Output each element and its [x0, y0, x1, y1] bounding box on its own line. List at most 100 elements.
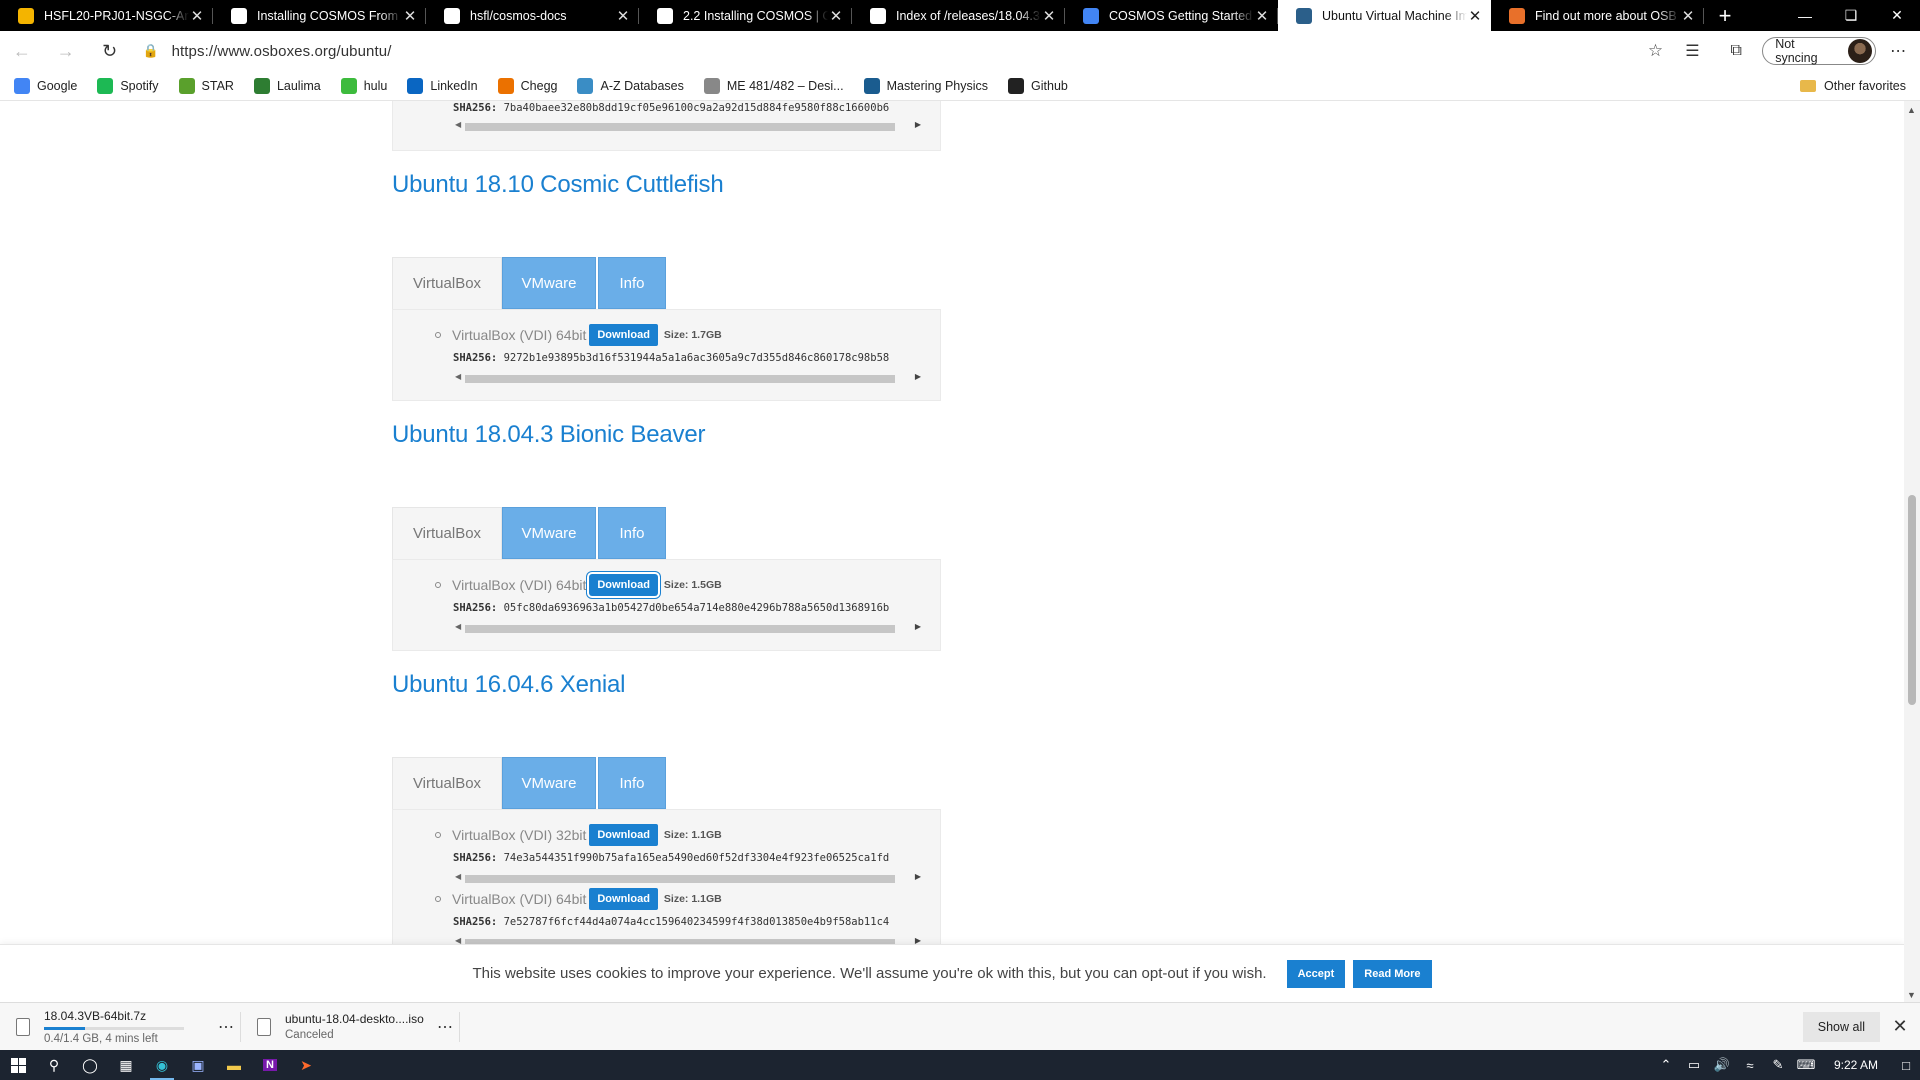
battery-icon[interactable]: ▭: [1680, 1057, 1708, 1073]
favorite-link[interactable]: Google: [14, 77, 77, 94]
section-title[interactable]: Ubuntu 16.04.6 Xenial: [392, 671, 626, 699]
download-more-icon[interactable]: ⋯: [212, 1017, 240, 1037]
download-more-icon[interactable]: ⋯: [431, 1017, 459, 1037]
horizontal-scrollbar[interactable]: ◀ ▶: [453, 622, 923, 634]
tab-virtualbox[interactable]: VirtualBox: [392, 757, 502, 809]
terminal-taskbar-icon[interactable]: ▣: [180, 1050, 216, 1080]
download-item-active[interactable]: 18.04.3VB-64bit.7z 0.4/1.4 GB, 4 mins le…: [0, 1003, 212, 1051]
close-tab-icon[interactable]: ✕: [1680, 7, 1696, 25]
clock[interactable]: 9:22 AM: [1820, 1058, 1892, 1072]
pen-icon[interactable]: ✎: [1764, 1057, 1792, 1073]
browser-tab[interactable]: Installing COSMOS From So ✕: [213, 0, 426, 31]
favorite-link[interactable]: STAR: [178, 77, 234, 94]
close-tab-icon[interactable]: ✕: [189, 7, 205, 25]
scroll-left-icon[interactable]: ◀: [455, 622, 461, 631]
volume-icon[interactable]: 🔊: [1708, 1057, 1736, 1073]
section-title[interactable]: Ubuntu 18.10 Cosmic Cuttlefish: [392, 171, 724, 199]
browser-tab[interactable]: Index of /releases/18.04.3 ✕: [852, 0, 1065, 31]
address-bar[interactable]: 🔒 https://www.osboxes.org/ubuntu/ ☆: [136, 35, 1671, 67]
new-tab-button[interactable]: +: [1704, 0, 1746, 31]
favorite-link[interactable]: Spotify: [97, 77, 159, 94]
close-tab-icon[interactable]: ✕: [828, 7, 844, 25]
browser-tab[interactable]: HSFL20-PRJ01-NSGC-Artem✕: [0, 0, 213, 31]
download-item-canceled[interactable]: ubuntu-18.04-deskto....iso Canceled: [241, 1003, 431, 1051]
scroll-left-icon[interactable]: ◀: [455, 872, 461, 881]
task-view-icon[interactable]: ▦: [108, 1050, 144, 1080]
browser-tab[interactable]: Find out more about OSB | ✕: [1491, 0, 1704, 31]
favorite-link[interactable]: Chegg: [497, 77, 557, 94]
keyboard-icon[interactable]: ⌨: [1792, 1057, 1820, 1073]
wifi-icon[interactable]: ≈: [1736, 1058, 1764, 1073]
section-title[interactable]: Ubuntu 18.04.3 Bionic Beaver: [392, 421, 705, 449]
scroll-down-icon[interactable]: ▼: [1907, 990, 1916, 1000]
close-tab-icon[interactable]: ✕: [615, 7, 631, 25]
scroll-right-icon[interactable]: ▶: [915, 120, 921, 129]
accept-cookies-button[interactable]: Accept: [1286, 959, 1346, 988]
tab-title: Installing COSMOS From So: [257, 8, 402, 23]
favorite-link[interactable]: hulu: [340, 77, 387, 94]
close-window-button[interactable]: ✕: [1874, 0, 1920, 31]
scroll-right-icon[interactable]: ▶: [915, 872, 921, 881]
notifications-icon[interactable]: □: [1892, 1058, 1920, 1073]
favorite-link[interactable]: LinkedIn: [407, 77, 478, 94]
tab-info[interactable]: Info: [598, 257, 666, 309]
scroll-left-icon[interactable]: ◀: [455, 372, 461, 381]
url-text[interactable]: https://www.osboxes.org/ubuntu/: [172, 43, 1641, 60]
restore-button[interactable]: ❏: [1828, 0, 1874, 31]
cortana-icon[interactable]: ◯: [72, 1050, 108, 1080]
read-more-button[interactable]: Read More: [1353, 959, 1432, 988]
favorite-star-icon[interactable]: ☆: [1640, 41, 1670, 61]
browser-tab[interactable]: Ubuntu Virtual Machine Im ✕: [1278, 0, 1491, 31]
favorite-link[interactable]: Mastering Physics: [863, 77, 988, 94]
tab-vmware[interactable]: VMware: [502, 757, 596, 809]
favorite-link[interactable]: A-Z Databases: [577, 77, 684, 94]
favorite-link[interactable]: ME 481/482 – Desi...: [703, 77, 844, 94]
close-shelf-icon[interactable]: ✕: [1880, 1016, 1920, 1037]
browser-tab[interactable]: hsfl/cosmos-docs ✕: [426, 0, 639, 31]
show-all-downloads-button[interactable]: Show all: [1802, 1011, 1880, 1042]
download-button[interactable]: Download: [589, 824, 658, 846]
start-button[interactable]: [0, 1050, 36, 1080]
close-tab-icon[interactable]: ✕: [402, 7, 418, 25]
profile-button[interactable]: Not syncing: [1762, 37, 1877, 65]
refresh-button[interactable]: ↻: [88, 35, 132, 67]
page-vertical-scrollbar[interactable]: ▲ ▼: [1904, 101, 1920, 1002]
scroll-right-icon[interactable]: ▶: [915, 622, 921, 631]
show-hidden-icons[interactable]: ⌃: [1652, 1057, 1680, 1073]
back-button[interactable]: ←: [0, 35, 44, 67]
scroll-right-icon[interactable]: ▶: [915, 372, 921, 381]
tab-virtualbox[interactable]: VirtualBox: [392, 257, 502, 309]
browser-tab[interactable]: 2.2 Installing COSMOS | CO ✕: [639, 0, 852, 31]
tab-virtualbox[interactable]: VirtualBox: [392, 507, 502, 559]
minimize-button[interactable]: —: [1782, 0, 1828, 31]
search-icon[interactable]: ⚲: [36, 1050, 72, 1080]
download-button[interactable]: Download: [589, 324, 658, 346]
file-explorer-icon[interactable]: ▬: [216, 1050, 252, 1080]
settings-more-icon[interactable]: ⋯: [1876, 41, 1920, 61]
favorite-link[interactable]: Laulima: [253, 77, 321, 94]
horizontal-scrollbar[interactable]: ◀ ▶: [453, 120, 923, 132]
close-tab-icon[interactable]: ✕: [1254, 7, 1270, 25]
browser-tab[interactable]: COSMOS Getting Started M ✕: [1065, 0, 1278, 31]
horizontal-scrollbar[interactable]: ◀ ▶: [453, 872, 923, 884]
scrollbar-thumb[interactable]: [1908, 495, 1916, 705]
scroll-left-icon[interactable]: ◀: [455, 120, 461, 129]
other-favorites-folder[interactable]: Other favorites: [1800, 79, 1906, 93]
tab-vmware[interactable]: VMware: [502, 257, 596, 309]
edge-taskbar-icon[interactable]: ◉: [144, 1050, 180, 1080]
tab-info[interactable]: Info: [598, 507, 666, 559]
tab-vmware[interactable]: VMware: [502, 507, 596, 559]
close-tab-icon[interactable]: ✕: [1467, 7, 1483, 25]
close-tab-icon[interactable]: ✕: [1041, 7, 1057, 25]
download-button[interactable]: Download: [589, 574, 658, 596]
tab-info[interactable]: Info: [598, 757, 666, 809]
forward-button[interactable]: →: [44, 35, 88, 67]
app-taskbar-icon[interactable]: ➤: [288, 1050, 324, 1080]
collections-icon[interactable]: ⧉: [1714, 42, 1758, 60]
download-button[interactable]: Download: [589, 888, 658, 910]
onenote-icon[interactable]: N: [252, 1050, 288, 1080]
scroll-up-icon[interactable]: ▲: [1907, 105, 1916, 115]
favorite-link[interactable]: Github: [1008, 77, 1068, 94]
favorites-list-icon[interactable]: ☰: [1670, 41, 1714, 61]
horizontal-scrollbar[interactable]: ◀ ▶: [453, 372, 923, 384]
